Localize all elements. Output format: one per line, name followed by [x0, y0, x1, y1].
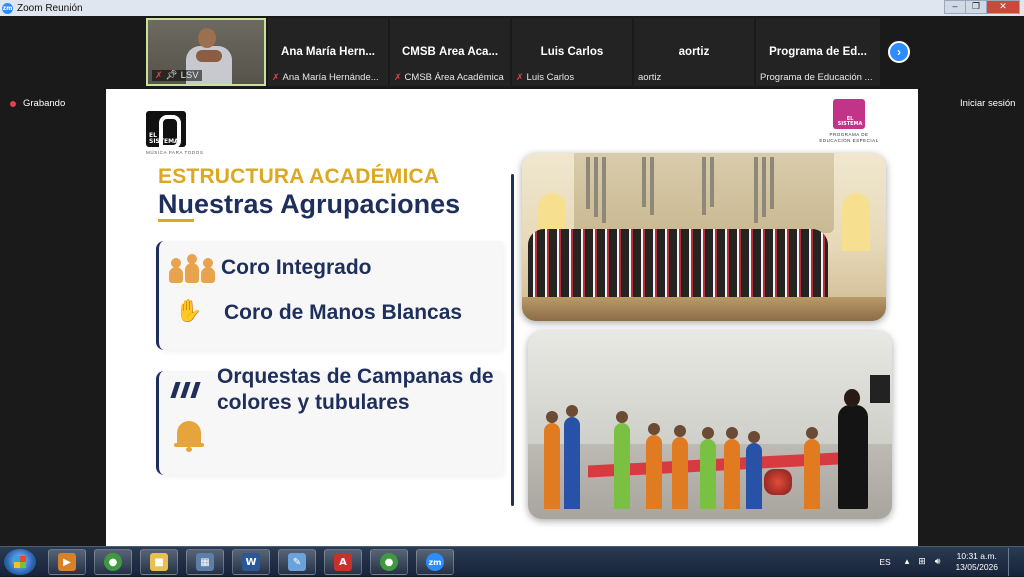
- participant-tile[interactable]: aortiz aortiz: [634, 18, 754, 86]
- taskbar-app-acrobat[interactable]: A: [324, 549, 362, 575]
- taskbar-app-chrome[interactable]: ●: [94, 549, 132, 575]
- word-icon: W: [242, 553, 260, 571]
- zoom-app-icon: zm: [2, 2, 13, 14]
- start-button[interactable]: [4, 549, 36, 575]
- recording-indicator[interactable]: Grabando: [10, 98, 65, 109]
- language-indicator[interactable]: ES: [879, 557, 890, 567]
- divider: [511, 174, 514, 506]
- participant-name-label: aortiz: [638, 72, 662, 83]
- mic-muted-icon: ✗: [394, 72, 402, 82]
- choir-icon: [169, 253, 217, 283]
- paint-icon: ✎: [288, 553, 306, 571]
- pin-icon: 📌︎: [165, 70, 178, 81]
- taskbar-app-word[interactable]: W: [232, 549, 270, 575]
- mic-muted-icon: ✗: [155, 70, 163, 80]
- window-title-bar: zm Zoom Reunión ‒ ❐ ✕: [0, 0, 1024, 16]
- calculator-icon: ▦: [196, 553, 214, 571]
- slide-heading: Nuestras Agrupaciones: [158, 189, 460, 222]
- restore-button[interactable]: ❐: [965, 0, 987, 14]
- groups-card-bells: Orquestas de Campanas de colores y tubul…: [156, 365, 502, 475]
- participant-tile[interactable]: CMSB Área Aca... ✗ CMSB Área Académica: [390, 18, 510, 86]
- show-desktop-button[interactable]: [1008, 548, 1018, 576]
- bell-icon: [173, 417, 207, 453]
- slide-kicker: ESTRUCTURA ACADÉMICA: [158, 165, 440, 188]
- chevron-right-icon[interactable]: ›: [888, 41, 910, 63]
- acrobat-icon: A: [334, 553, 352, 571]
- participant-name-label: ✗ Luis Carlos: [516, 72, 575, 83]
- participant-name-label: ✗ Ana María Hernánde...: [272, 72, 379, 83]
- folder-icon: ■: [150, 553, 168, 571]
- participant-gallery-strip: ✗ 📌︎ LSV Ana María Hern... ✗ Ana María H…: [0, 16, 1024, 88]
- participant-tile[interactable]: Luis Carlos ✗ Luis Carlos: [512, 18, 632, 86]
- mic-muted-icon: ✗: [272, 72, 280, 82]
- el-sistema-logo: EL SISTEMA MÚSICA PARA TODOS: [146, 111, 203, 155]
- list-item: ✋ Coro de Manos Blancas: [159, 298, 462, 328]
- chrome-icon: ●: [380, 553, 398, 571]
- list-item: Coro Integrado: [159, 253, 372, 283]
- participant-name-label: ✗ CMSB Área Académica: [394, 72, 504, 83]
- close-button[interactable]: ✕: [986, 0, 1020, 14]
- taskbar-app-paint[interactable]: ✎: [278, 549, 316, 575]
- volume-icon[interactable]: 🔊︎: [935, 557, 941, 567]
- window-controls: ‒ ❐ ✕: [944, 0, 1020, 14]
- signin-link[interactable]: Iniciar sesión: [960, 98, 1015, 109]
- clock[interactable]: 10:31 a.m. 13/05/2026: [955, 551, 998, 573]
- mic-muted-icon: ✗: [516, 72, 524, 82]
- network-icon[interactable]: ⊞: [918, 557, 926, 567]
- participant-name-label: ✗ 📌︎ LSV: [152, 70, 202, 81]
- media-player-icon: ▶: [58, 553, 76, 571]
- taskbar-app-file-explorer[interactable]: ■: [140, 549, 178, 575]
- windows-taskbar: ▶ ● ■ ▦ W ✎ A ● zm ES ▴ ⊞ 🔊︎ 10:31 a.m. …: [0, 546, 1024, 576]
- minimize-button[interactable]: ‒: [944, 0, 966, 14]
- taskbar-app-media-player[interactable]: ▶: [48, 549, 86, 575]
- taskbar-app-calculator[interactable]: ▦: [186, 549, 224, 575]
- participant-tile[interactable]: Ana María Hern... ✗ Ana María Hernánde..…: [268, 18, 388, 86]
- participant-tile-video[interactable]: ✗ 📌︎ LSV: [146, 18, 266, 86]
- taskbar-app-chrome[interactable]: ●: [370, 549, 408, 575]
- chevron-up-icon[interactable]: ▴: [905, 557, 910, 567]
- window-title: Zoom Reunión: [17, 2, 83, 14]
- list-item: Orquestas de Campanas de colores y tubul…: [159, 365, 507, 414]
- taskbar-app-zoom[interactable]: zm: [416, 549, 454, 575]
- sign-language-icon: ✋: [175, 299, 203, 324]
- programa-educacion-especial-logo: EL SISTEMA PROGRAMA DE EDUCACIÓN ESPECIA…: [814, 99, 884, 144]
- chrome-icon: ●: [104, 553, 122, 571]
- shared-screen-slide: EL SISTEMA MÚSICA PARA TODOS EL SISTEMA …: [106, 89, 918, 546]
- recording-dot-icon: [10, 100, 16, 107]
- system-tray: ES ▴ ⊞ 🔊︎ 10:31 a.m. 13/05/2026: [879, 547, 1018, 577]
- participant-tile[interactable]: Programa de Ed... Programa de Educación …: [756, 18, 880, 86]
- groups-card-choirs: Coro Integrado ✋ Coro de Manos Blancas: [156, 241, 502, 350]
- participant-name-label: Programa de Educación ...: [760, 72, 873, 83]
- choir-concert-photo: [522, 153, 886, 321]
- handbells-icon: [170, 381, 205, 399]
- handbell-ensemble-photo: [528, 331, 892, 519]
- zoom-icon: zm: [426, 553, 444, 571]
